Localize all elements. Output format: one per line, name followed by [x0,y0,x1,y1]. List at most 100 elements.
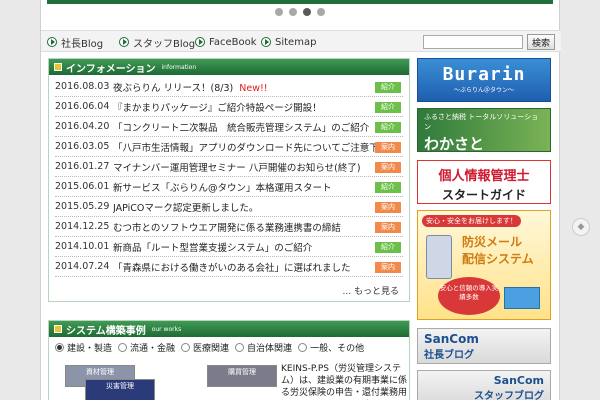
category-radio[interactable]: 流通・金融 [118,341,175,354]
category-label: 自治体関連 [247,344,293,354]
news-row[interactable]: 2016.06.04 『まかまりパッケージ』ご紹介特設ページ開設！ 紹介 [55,97,403,117]
slider-dots [41,8,559,16]
news-row[interactable]: 2016.04.20 「コンクリート二次製品 統合販売管理システム」のご紹介 紹介 [55,117,403,137]
slider-dot[interactable] [275,8,283,16]
news-date: 2016.01.27 [55,161,110,172]
mail-pill: 安心・安全をお届けします！ [422,215,521,227]
play-circle-icon [47,37,57,47]
news-row[interactable]: 2014.10.01 新商品「ルート型営業支援システム」のご紹介 紹介 [55,237,403,257]
staff-blog-banner[interactable]: SanCom スタッフブログ [417,370,551,400]
guide-line1: 個人情報管理士 [438,169,530,184]
radio-icon [235,343,245,352]
news-row[interactable]: 2015.06.01 新サービス「ぶらりん@タウン」本格運用スタート 紹介 [55,177,403,197]
nav-label: スタッフBlog [133,38,196,50]
search-button[interactable]: 検索 [527,34,555,50]
news-title-text: 『まかまりパッケージ』ご紹介特設ページ開設！ [113,102,322,114]
news-date: 2014.12.25 [55,221,110,232]
news-title-text: マイナンバー運用管理セミナー 八戸開催のお知らせ(終了) [113,162,361,174]
mail-line1: 防災メール [462,235,523,249]
play-circle-icon [195,37,205,47]
news-title[interactable]: むつ市とのソフトウエア開発に係る業務連携書の締結 [113,220,375,234]
president-blog-banner[interactable]: SanCom 社長ブログ [417,328,551,364]
radio-icon [298,343,308,352]
guide-line2: スタートガイド [441,188,526,202]
slider-dot[interactable] [303,8,311,16]
news-date: 2016.03.05 [55,141,110,152]
news-row[interactable]: 2016.01.27 マイナンバー運用管理セミナー 八戸開催のお知らせ(終了) 案内 [55,157,403,177]
information-header: インフォメーション information [49,59,409,75]
category-radio[interactable]: 建設・製造 [55,341,112,354]
category-label: 流通・金融 [130,344,176,354]
news-date: 2015.05.29 [55,201,110,212]
category-label: 建設・製造 [67,344,113,354]
burarin-logo-text: Burarin [442,64,526,85]
category-label: 一般、その他 [310,344,365,354]
news-badge: 案内 [375,202,401,213]
wakasato-subtext: ふるさと納税 トータルソリューション [424,113,539,131]
news-title[interactable]: 「八戸市生活情報」アプリのダウンロード先についてご注意下さい [113,140,375,154]
news-title[interactable]: 夜ぶらりん リリース！(8/3) New!! [113,80,375,94]
wakasato-title: わかさと [424,135,485,153]
system-thumbnails[interactable]: 購買管理 資材管理 災害管理 [59,363,279,400]
category-radio[interactable]: 一般、その他 [298,341,364,354]
news-title[interactable]: 新商品「ルート型営業支援システム」のご紹介 [113,240,375,254]
news-title[interactable]: 『まかまりパッケージ』ご紹介特設ページ開設！ [113,100,375,114]
blog2-line1: SanCom [493,374,544,387]
news-title-text: 「八戸市生活情報」アプリのダウンロード先についてご注意下さい [113,142,375,154]
thumb-disaster: 災害管理 [85,379,155,400]
news-title[interactable]: 「青森県における働きがいのある会社」に選ばれました [113,260,375,274]
wakasato-banner[interactable]: ふるさと納税 トータルソリューション わかさと [417,108,551,153]
category-radio[interactable]: 医療関連 [181,341,229,354]
news-row[interactable]: 2014.12.25 むつ市とのソフトウエア開発に係る業務連携書の締結 案内 [55,217,403,237]
news-badge: 案内 [375,222,401,233]
blog1-line1: SanCom [424,332,479,346]
laptop-icon [504,287,540,309]
privacy-guide-banner[interactable]: 個人情報管理士 スタートガイド [417,160,551,204]
news-date: 2014.10.01 [55,241,110,252]
news-badge: 紹介 [375,82,401,93]
category-radio[interactable]: 自治体関連 [235,341,292,354]
thumb-purchase: 購買管理 [207,365,277,387]
mail-circle-text: 安心と信頼の導入実績多数 [438,277,500,315]
news-date: 2015.06.01 [55,181,110,192]
information-panel: インフォメーション information 2016.08.03 夜ぶらりん リリ… [48,58,410,302]
category-label: 医療関連 [193,344,230,354]
nav-president-blog[interactable]: 社長Blog [47,35,103,50]
news-badge: 紹介 [375,242,401,253]
disaster-mail-banner[interactable]: 安心・安全をお届けします！ 防災メール 配信システム 安心と信頼の導入実績多数 [417,210,551,320]
news-title[interactable]: マイナンバー運用管理セミナー 八戸開催のお知らせ(終了) [113,160,375,174]
news-badge: 紹介 [375,122,401,133]
nav-staff-blog[interactable]: スタッフBlog [119,35,196,50]
top-nav: 社長Blog スタッフBlog FaceBook Sitemap 検索 [41,30,561,52]
square-bullet-icon [54,63,62,71]
news-row[interactable]: 2016.03.05 「八戸市生活情報」アプリのダウンロード先についてご注意下さい… [55,137,403,157]
news-title-text: 新サービス「ぶらりん@タウン」本格運用スタート [113,182,332,194]
news-title-text: 「青森県における働きがいのある会社」に選ばれました [113,262,351,274]
hero-slider[interactable] [47,0,553,4]
news-badge: 紹介 [375,102,401,113]
blog2-line2: スタッフブログ [474,391,544,400]
mail-line2: 配信システム [462,252,534,266]
news-row[interactable]: 2016.08.03 夜ぶらりん リリース！(8/3) New!! 紹介 [55,77,403,97]
news-title-text: 夜ぶらりん リリース！(8/3) [113,82,234,94]
burarin-banner[interactable]: Burarin 〜ぶらりん＠タウン〜 [417,58,551,102]
news-badge: 案内 [375,142,401,153]
more-link[interactable]: ... もっと見る [343,284,399,297]
phone-icon [426,235,452,279]
side-arrow-icon[interactable]: ◆ [572,218,590,236]
nav-sitemap[interactable]: Sitemap [261,35,316,49]
news-title-text: むつ市とのソフトウエア開発に係る業務連携書の締結 [113,222,341,234]
news-title[interactable]: 新サービス「ぶらりん@タウン」本格運用スタート [113,180,375,194]
search-input[interactable] [423,35,523,49]
news-list: 2016.08.03 夜ぶらりん リリース！(8/3) New!! 紹介 2016.06… [49,75,409,277]
slider-dot[interactable] [289,8,297,16]
slider-dot[interactable] [317,8,325,16]
news-title-text: JAPiCOマーク認定更新しました。 [113,202,259,214]
information-title: インフォメーション [66,63,156,75]
news-row[interactable]: 2014.07.24 「青森県における働きがいのある会社」に選ばれました 案内 [55,257,403,277]
news-title[interactable]: JAPiCOマーク認定更新しました。 [113,200,375,214]
news-row[interactable]: 2015.05.29 JAPiCOマーク認定更新しました。 案内 [55,197,403,217]
nav-facebook[interactable]: FaceBook [195,35,257,49]
news-title[interactable]: 「コンクリート二次製品 統合販売管理システム」のご紹介 [113,120,375,134]
news-date: 2014.07.24 [55,261,110,272]
